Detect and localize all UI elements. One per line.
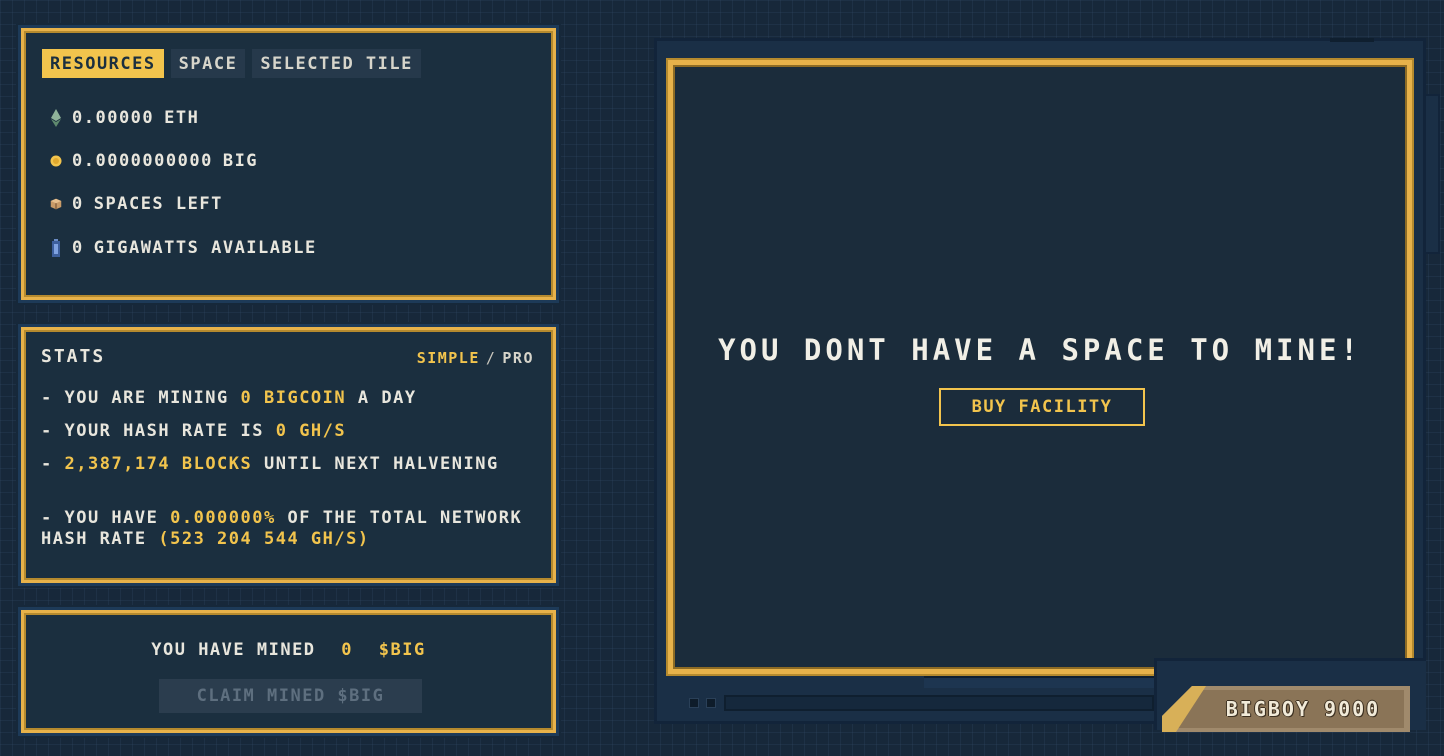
eth-value: 0.00000: [72, 108, 155, 128]
stat-label: UNTIL NEXT HALVENING: [264, 454, 499, 474]
gold-coin-icon: [50, 152, 62, 170]
eth-unit: ETH: [164, 108, 200, 128]
power-value: 0: [72, 238, 84, 258]
resource-spaces: 0 SPACES LEFT: [50, 194, 223, 214]
stat-label: -: [41, 454, 53, 474]
battery-icon: [50, 239, 62, 257]
mined-panel: YOU HAVE MINED 0 $BIG CLAIM MINED $BIG: [21, 610, 556, 733]
power-unit: GIGAWATTS AVAILABLE: [93, 238, 317, 258]
stat-label: - YOUR HASH RATE IS: [41, 421, 264, 441]
mined-amount: 0: [341, 640, 354, 660]
claim-button[interactable]: CLAIM MINED $BIG: [159, 679, 422, 713]
stat-value: (523 204 544 GH/S): [158, 529, 370, 549]
eth-diamond-icon: [50, 109, 62, 127]
mode-pro[interactable]: PRO: [502, 349, 534, 367]
monitor-side-bezel: [1426, 94, 1440, 254]
stat-label: A DAY: [357, 388, 417, 408]
monitor-status-strip: [924, 676, 1156, 688]
tab-space[interactable]: SPACE: [170, 49, 246, 78]
buy-facility-button[interactable]: BUY FACILITY: [939, 388, 1145, 426]
tab-selected-tile[interactable]: SELECTED TILE: [252, 49, 421, 78]
stat-label: - YOU HAVE: [41, 508, 159, 528]
stat-value: 0.000000%: [170, 508, 276, 528]
tab-resources[interactable]: RESOURCES: [42, 49, 164, 78]
big-unit: BIG: [222, 151, 259, 171]
indicator-led: [689, 698, 699, 708]
monitor-status-bar: [724, 695, 1154, 711]
mined-summary: YOU HAVE MINED 0 $BIG: [24, 640, 553, 660]
stats-panel: STATS SIMPLE / PRO - YOU ARE MINING 0 BIGC…: [21, 327, 556, 583]
mode-simple[interactable]: SIMPLE: [417, 349, 480, 367]
spaces-value: 0: [72, 194, 84, 214]
stat-value: 0 GH/S: [275, 421, 347, 441]
spaces-unit: SPACES LEFT: [93, 194, 223, 214]
stat-hash-rate: - YOUR HASH RATE IS 0 GH/S: [41, 421, 536, 442]
resource-power: 0 GIGAWATTS AVAILABLE: [50, 238, 317, 258]
resources-panel: RESOURCES SPACE SELECTED TILE 0.00000 ET…: [21, 28, 556, 300]
stat-halvening: - 2,387,174 BLOCKS UNTIL NEXT HALVENING: [41, 454, 536, 475]
monitor-notch: [1330, 38, 1374, 42]
monitor-screen: YOU DONT HAVE A SPACE TO MINE! BUY FACIL…: [668, 60, 1412, 674]
stat-mining-rate: - YOU ARE MINING 0 BIGCOIN A DAY: [41, 388, 536, 409]
resource-eth: 0.00000 ETH: [50, 108, 199, 128]
stat-value: 2,387,174 BLOCKS: [64, 454, 253, 474]
crate-box-icon: [50, 195, 62, 213]
brand-label: BIGBOY 9000: [1225, 697, 1381, 721]
indicator-led: [706, 698, 716, 708]
mined-label: YOU HAVE MINED: [151, 640, 316, 660]
stat-value: 0 BIGCOIN: [240, 388, 347, 408]
stat-label: - YOU ARE MINING: [41, 388, 229, 408]
resource-big: 0.0000000000 BIG: [50, 151, 258, 171]
mined-currency: $BIG: [378, 640, 426, 660]
big-value: 0.0000000000: [72, 151, 213, 171]
no-space-message: YOU DONT HAVE A SPACE TO MINE!: [718, 333, 1362, 367]
stats-title: STATS: [41, 346, 106, 367]
panel-tabs: RESOURCES SPACE SELECTED TILE: [42, 49, 421, 78]
mode-separator: /: [485, 349, 497, 367]
stat-network-share: - YOU HAVE 0.000000% OF THE TOTAL NETWOR…: [41, 508, 536, 550]
mode-toggle: SIMPLE / PRO: [417, 349, 534, 367]
